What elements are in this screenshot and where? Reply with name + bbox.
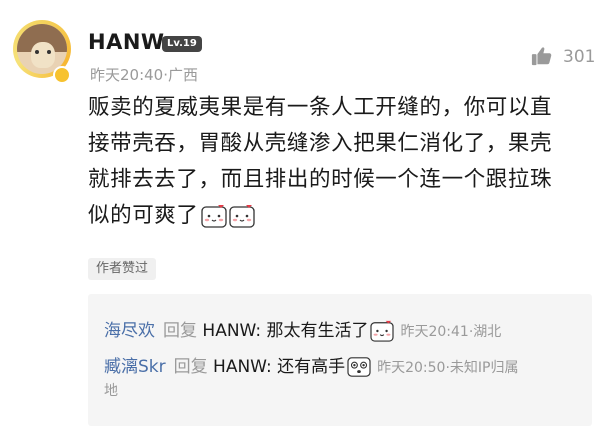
comment-line: 似的可爽了 bbox=[88, 203, 199, 228]
comment-time: 昨天20:40 bbox=[90, 66, 164, 84]
reply-item[interactable]: 臧漓Skr 回复 HANW: 还有高手 昨天20:50·未知IP归属 bbox=[104, 352, 519, 378]
reply-username[interactable]: 海尽欢 bbox=[104, 321, 155, 341]
reply-item[interactable]: 海尽欢 回复 HANW: 那太有生活了 昨天20:41·湖北 bbox=[104, 316, 501, 342]
reply-time: 昨天20:41 bbox=[400, 324, 469, 340]
avatar[interactable] bbox=[13, 20, 71, 84]
blush-face-emoji-icon bbox=[370, 320, 395, 342]
thumbs-up-icon[interactable] bbox=[531, 45, 553, 67]
reply-label: 回复 bbox=[163, 321, 197, 341]
reply-target[interactable]: HANW: bbox=[213, 357, 272, 377]
comment-line: 就排去去了，而且排出的时候一个连一个跟拉珠 bbox=[88, 167, 553, 192]
comment-line: 贩卖的夏威夷果是有一条人工开缝的，你可以直 bbox=[88, 95, 553, 120]
reply-location: 湖北 bbox=[473, 324, 502, 340]
reply-meta: 昨天20:41·湖北 bbox=[400, 324, 502, 340]
comment-location: 广西 bbox=[168, 66, 199, 84]
like-count: 301 bbox=[563, 47, 596, 67]
blush-face-emoji-icon bbox=[228, 205, 255, 228]
comment-meta: 昨天20:40·广西 bbox=[90, 64, 198, 85]
reply-location: 未知IP归属 bbox=[449, 360, 519, 376]
reply-time: 昨天20:50 bbox=[377, 360, 446, 376]
reply-list: 海尽欢 回复 HANW: 那太有生活了 昨天20:41·湖北 臧漓Skr 回复 HAN… bbox=[88, 294, 592, 426]
reply-meta: 昨天20:50·未知IP归属 bbox=[377, 360, 519, 376]
blush-face-emoji-icon bbox=[200, 205, 227, 228]
reply-label: 回复 bbox=[173, 357, 208, 377]
level-badge: Lv.19 bbox=[162, 36, 202, 52]
reply-text: 那太有生活了 bbox=[266, 321, 369, 341]
reply-text: 还有高手 bbox=[277, 357, 346, 377]
username[interactable]: HANW bbox=[88, 30, 165, 54]
reply-target[interactable]: HANW: bbox=[202, 321, 261, 341]
reply-location-wrap: 地 bbox=[104, 383, 118, 399]
avatar-badge-icon bbox=[53, 66, 71, 84]
comment-line: 接带壳吞，胃酸从壳缝渗入把果仁消化了，果壳 bbox=[88, 131, 553, 156]
surprised-face-emoji-icon bbox=[347, 357, 371, 377]
reply-username[interactable]: 臧漓Skr bbox=[104, 357, 166, 377]
author-liked-tag: 作者赞过 bbox=[88, 258, 157, 280]
comment-text: 贩卖的夏威夷果是有一条人工开缝的，你可以直 接带壳吞，胃酸从壳缝渗入把果仁消化了… bbox=[88, 90, 588, 234]
comment-line-last: 似的可爽了 bbox=[88, 198, 588, 234]
